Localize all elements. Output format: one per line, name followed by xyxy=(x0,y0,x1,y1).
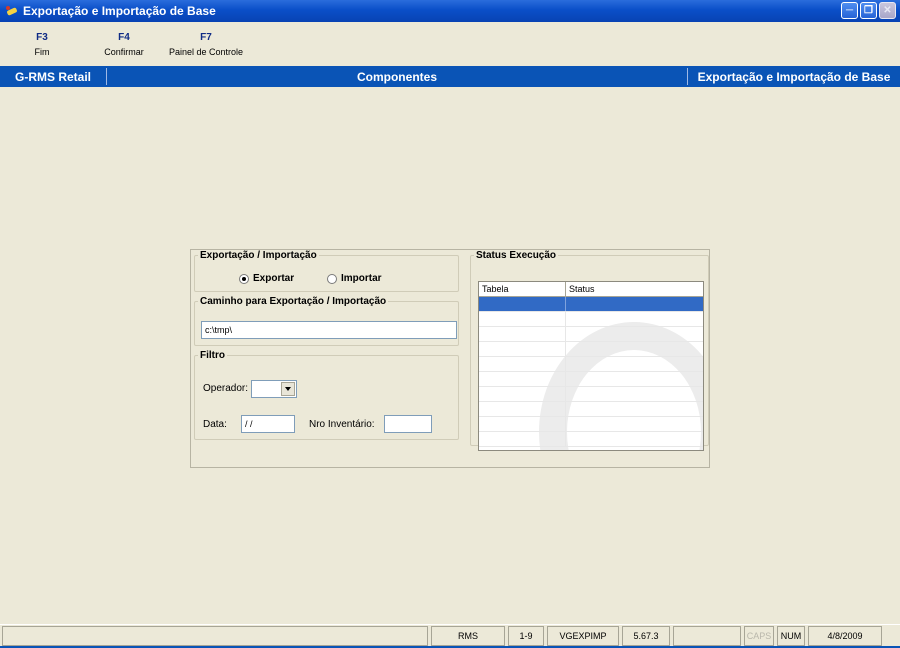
function-key-toolbar: F3 Fim F4 Confirmar F7 Painel de Control… xyxy=(0,22,900,66)
band-screen-title: Exportação e Importação de Base xyxy=(697,69,891,84)
exportar-radio-label: Exportar xyxy=(253,273,295,284)
path-legend: Caminho para Exportação / Importação xyxy=(200,296,387,307)
window-title: Exportação e Importação de Base xyxy=(23,4,216,18)
chevron-down-icon[interactable] xyxy=(281,382,295,396)
path-input[interactable]: c:\tmp\ xyxy=(201,321,457,339)
caps-lock-indicator: CAPS xyxy=(744,626,774,646)
f4-label: Confirmar xyxy=(104,47,144,57)
filter-legend: Filtro xyxy=(200,350,225,361)
column-header-status[interactable]: Status xyxy=(566,282,703,297)
table-row[interactable] xyxy=(479,327,703,342)
column-header-tabela[interactable]: Tabela xyxy=(479,282,566,297)
status-range: 1-9 xyxy=(508,626,544,646)
app-icon[interactable] xyxy=(5,4,19,18)
export-import-legend: Exportação / Importação xyxy=(200,250,317,261)
table-row[interactable] xyxy=(479,432,703,447)
minimize-button[interactable]: ─ xyxy=(841,2,858,19)
table-row[interactable] xyxy=(479,372,703,387)
table-row[interactable] xyxy=(479,297,703,312)
window-controls: ─ ❐ ✕ xyxy=(841,2,896,19)
table-row[interactable] xyxy=(479,357,703,372)
inventario-label: Nro Inventário: xyxy=(309,419,375,430)
operador-select[interactable] xyxy=(251,380,297,398)
exportar-radio[interactable]: Exportar xyxy=(239,273,294,284)
band-product: G-RMS Retail xyxy=(14,69,91,84)
status-system: RMS xyxy=(431,626,505,646)
status-execucao-group: Status Execução Tabela Status xyxy=(470,250,709,451)
num-lock-indicator: NUM xyxy=(777,626,805,646)
table-row[interactable] xyxy=(479,342,703,357)
module-header-band: G-RMS Retail Componentes Exportação e Im… xyxy=(0,66,900,87)
f3-fim-button[interactable]: F3 Fim xyxy=(30,32,54,57)
importar-radio[interactable]: Importar xyxy=(327,273,382,284)
operador-label: Operador: xyxy=(203,383,249,394)
export-import-group: Exportação / Importação Exportar Importa… xyxy=(194,250,459,292)
status-date: 4/8/2009 xyxy=(808,626,882,646)
table-row[interactable] xyxy=(479,387,703,402)
f3-key: F3 xyxy=(36,32,48,43)
status-empty xyxy=(673,626,741,646)
importar-radio-dot[interactable] xyxy=(327,273,337,284)
main-panel: Exportação / Importação Exportar Importa… xyxy=(190,249,710,468)
table-row[interactable] xyxy=(479,312,703,327)
status-version: 5.67.3 xyxy=(622,626,670,646)
status-grid-header: Tabela Status xyxy=(479,282,703,297)
status-program: VGEXPIMP xyxy=(547,626,619,646)
importar-radio-label: Importar xyxy=(341,273,382,284)
status-execucao-legend: Status Execução xyxy=(476,250,557,261)
status-message xyxy=(2,626,428,646)
f7-key: F7 xyxy=(200,32,212,43)
f4-key: F4 xyxy=(118,32,130,43)
data-input[interactable]: / / xyxy=(241,415,295,433)
data-label: Data: xyxy=(203,419,227,430)
band-module: Componentes xyxy=(356,69,437,84)
exportar-radio-dot[interactable] xyxy=(239,273,249,284)
f3-label: Fim xyxy=(34,47,50,57)
inventario-input[interactable] xyxy=(384,415,432,433)
status-bar: RMS 1-9 VGEXPIMP 5.67.3 CAPS NUM 4/8/200… xyxy=(0,624,900,648)
path-group: Caminho para Exportação / Importação c:\… xyxy=(194,296,459,346)
title-bar: Exportação e Importação de Base ─ ❐ ✕ xyxy=(0,0,900,22)
f7-painel-button[interactable]: F7 Painel de Controle xyxy=(166,32,246,57)
f4-confirmar-button[interactable]: F4 Confirmar xyxy=(100,32,148,57)
status-grid[interactable]: Tabela Status xyxy=(478,281,704,451)
close-button[interactable]: ✕ xyxy=(879,2,896,19)
restore-button[interactable]: ❐ xyxy=(860,2,877,19)
filter-group: Filtro Operador: Data: / / Nro Inventári… xyxy=(194,350,459,440)
f7-label: Painel de Controle xyxy=(168,47,244,57)
table-row[interactable] xyxy=(479,417,703,432)
table-row[interactable] xyxy=(479,402,703,417)
